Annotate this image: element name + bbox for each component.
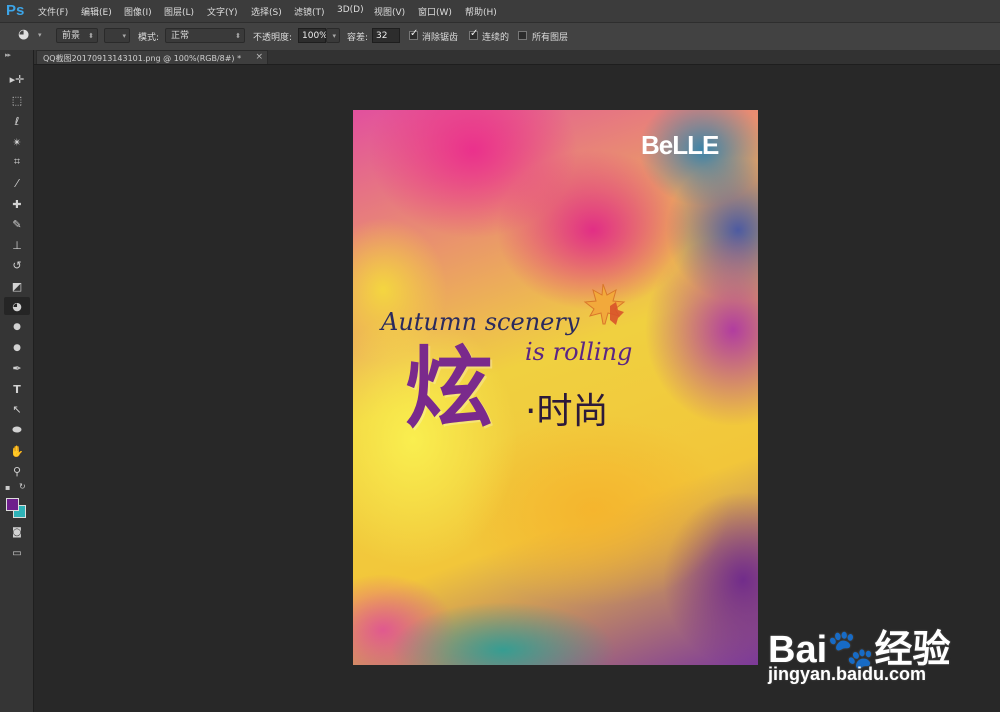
all-layers-checkbox[interactable] — [518, 31, 527, 40]
document-tab-bar: QQ截图20170913143101.png @ 100%(RGB/8#) * … — [34, 50, 1000, 65]
brush-tool-icon[interactable]: ✎ — [4, 215, 30, 233]
poster-script-line2: is rolling — [525, 338, 633, 366]
chevron-down-icon: ⬍ — [235, 32, 241, 40]
move-tool-icon[interactable]: ▸✛ — [4, 70, 30, 88]
contiguous-checkbox[interactable] — [469, 28, 478, 40]
menu-select[interactable]: 选择(S) — [251, 5, 282, 18]
paint-bucket-tool-icon[interactable]: ◕ — [4, 297, 30, 315]
poster-big-character: 炫 — [405, 337, 494, 440]
menu-layer[interactable]: 图层(L) — [164, 5, 194, 18]
poster-small-characters: ·时尚 — [525, 391, 609, 432]
antialias-checkbox[interactable] — [409, 28, 418, 40]
watermark-url: jingyan.baidu.com — [768, 664, 927, 684]
opacity-dropdown[interactable]: ▾ — [326, 28, 340, 43]
document-tab[interactable]: QQ截图20170913143101.png @ 100%(RGB/8#) * … — [36, 50, 268, 64]
menu-window[interactable]: 窗口(W) — [418, 5, 452, 18]
swap-colors-icon[interactable]: ↻ — [19, 482, 26, 491]
history-brush-tool-icon[interactable]: ↺ — [4, 256, 30, 274]
default-colors-icon[interactable]: ▪ — [5, 483, 10, 492]
pattern-picker[interactable]: ▾ — [104, 28, 130, 43]
quick-mask-icon[interactable]: ◙ — [4, 523, 30, 541]
photoshop-logo: Ps — [6, 2, 25, 19]
menu-bar: Ps 文件(F) 编辑(E) 图像(I) 图层(L) 文字(Y) 选择(S) 滤… — [0, 0, 1000, 22]
tolerance-input[interactable]: 32 — [372, 28, 400, 43]
screen-mode-icon[interactable]: ▭ — [4, 544, 30, 562]
poster-script-line1: Autumn scenery — [381, 308, 580, 336]
lasso-tool-icon[interactable]: ℓ — [4, 112, 30, 130]
chevron-down-icon: ⬍ — [88, 32, 94, 40]
menu-type[interactable]: 文字(Y) — [207, 5, 238, 18]
magic-wand-tool-icon[interactable]: ✴ — [4, 133, 30, 151]
eraser-tool-icon[interactable]: ◩ — [4, 277, 30, 295]
type-tool-icon[interactable]: T — [4, 380, 30, 398]
pen-tool-icon[interactable]: ✒ — [4, 359, 30, 377]
antialias-label: 消除锯齿 — [422, 33, 459, 43]
poster-image[interactable]: BeLLE Autumn scenery is rolling 炫 ·时尚 — [353, 110, 758, 665]
path-selection-tool-icon[interactable]: ↖ — [4, 400, 30, 418]
paint-bucket-icon[interactable]: ◕ — [18, 27, 29, 42]
clone-stamp-tool-icon[interactable]: ⊥ — [4, 236, 30, 254]
tool-preset-arrow-icon[interactable]: ▾ — [38, 31, 42, 39]
fill-source-value: 前景 — [62, 31, 81, 41]
mode-value: 正常 — [171, 31, 190, 41]
menu-file[interactable]: 文件(F) — [38, 5, 68, 18]
menu-image[interactable]: 图像(I) — [124, 5, 152, 18]
chevron-down-icon: ▾ — [332, 32, 336, 40]
collapse-panel-icon[interactable]: ▸▸ — [5, 51, 11, 59]
menu-filter[interactable]: 滤镜(T) — [294, 5, 325, 18]
ellipse-tool-icon[interactable]: ⬬ — [4, 421, 30, 439]
document-tab-title: QQ截图20170913143101.png @ 100%(RGB/8#) * — [43, 54, 242, 63]
close-icon[interactable]: × — [255, 52, 263, 62]
maple-leaf-icon — [583, 283, 626, 325]
brand-logo: BeLLE — [641, 130, 719, 160]
marquee-tool-icon[interactable]: ⬚ — [4, 91, 30, 109]
options-bar: ◕ ▾ 前景 ⬍ ▾ 模式: 正常 ⬍ 不透明度: 100% ▾ 容差: 32 消除… — [0, 22, 1000, 51]
menu-3d[interactable]: 3D(D) — [337, 5, 364, 15]
tolerance-label: 容差: — [347, 33, 369, 43]
opacity-input[interactable]: 100% — [298, 28, 328, 43]
crop-tool-icon[interactable]: ⌗ — [4, 153, 30, 171]
dodge-tool-icon[interactable]: ● — [4, 339, 30, 357]
opacity-label: 不透明度: — [253, 33, 293, 43]
healing-brush-tool-icon[interactable]: ✚ — [4, 195, 30, 213]
mode-select[interactable]: 正常 ⬍ — [165, 28, 245, 43]
hand-tool-icon[interactable]: ✋ — [4, 442, 30, 460]
mode-label: 模式: — [138, 33, 160, 43]
menu-view[interactable]: 视图(V) — [374, 5, 405, 18]
chevron-down-icon: ▾ — [122, 32, 126, 40]
eyedropper-tool-icon[interactable]: ⁄ — [4, 174, 30, 192]
menu-edit[interactable]: 编辑(E) — [81, 5, 112, 18]
zoom-tool-icon[interactable]: ⚲ — [4, 462, 30, 480]
foreground-color-swatch[interactable] — [6, 498, 19, 511]
all-layers-label: 所有图层 — [532, 33, 569, 43]
blur-tool-icon[interactable]: ● — [4, 318, 30, 336]
fill-source-select[interactable]: 前景 ⬍ — [56, 28, 98, 43]
contiguous-label: 连续的 — [482, 33, 510, 43]
tools-panel: ▸▸ ▸✛ ⬚ ℓ ✴ ⌗ ⁄ ✚ ✎ ⊥ ↺ ◩ ◕ ● ● ✒ T ↖ ⬬ … — [0, 50, 34, 712]
menu-help[interactable]: 帮助(H) — [465, 5, 497, 18]
